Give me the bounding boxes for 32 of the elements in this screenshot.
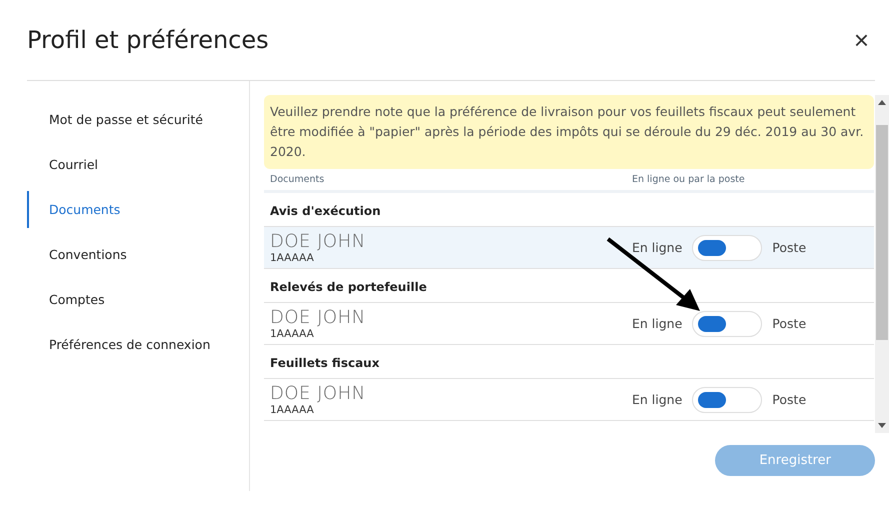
account-number: 1AAAAA [270, 252, 315, 264]
holder-name: DOE JOHN [270, 307, 367, 328]
sidebar-item[interactable]: Courriel [27, 146, 249, 183]
delivery-toggle[interactable] [692, 386, 762, 412]
close-button[interactable]: × [848, 24, 875, 56]
account-number: 1AAAAA [270, 328, 315, 340]
holder-name: DOE JOHN [270, 231, 367, 252]
sidebar-item[interactable]: Préférences de connexion [27, 326, 249, 363]
notice-banner: Veuillez prendre note que la préférence de livraison pour vos feuillets fiscaux peut seulement être modifiée à "papier" après la période des impôts qui se déroule du 29 déc. 2019 au 30 avr. 2020. [264, 95, 874, 169]
delivery-toggle[interactable] [692, 310, 762, 336]
scroll-down-icon[interactable] [878, 423, 886, 428]
holder-name: DOE JOHN [270, 383, 367, 404]
delivery-toggle[interactable] [692, 234, 762, 260]
sidebar-item[interactable]: Conventions [27, 236, 249, 273]
account-number: 1AAAAA [270, 404, 315, 416]
sidebar-item[interactable]: Mot de passe et sécurité [27, 101, 249, 138]
group-title: Avis d'exécution [270, 204, 381, 218]
toggle-label: En ligne [632, 392, 682, 407]
column-header: En ligne ou par la poste [632, 174, 746, 185]
toggle-label: Poste [772, 240, 806, 255]
sidebar-item[interactable]: Comptes [27, 281, 249, 318]
group-title: Relevés de portefeuille [270, 280, 427, 294]
sidebar-item[interactable]: Documents [27, 191, 249, 228]
toggle-label: En ligne [632, 240, 682, 255]
window-title: Profil et préférences [27, 26, 269, 54]
scrollbar[interactable] [875, 95, 889, 433]
toggle-label: Poste [772, 392, 806, 407]
column-header: Documents [270, 174, 324, 185]
group-title: Feuillets fiscaux [270, 356, 380, 370]
toggle-label: Poste [772, 316, 806, 331]
toggle-label: En ligne [632, 316, 682, 331]
scroll-up-icon[interactable] [878, 100, 886, 105]
